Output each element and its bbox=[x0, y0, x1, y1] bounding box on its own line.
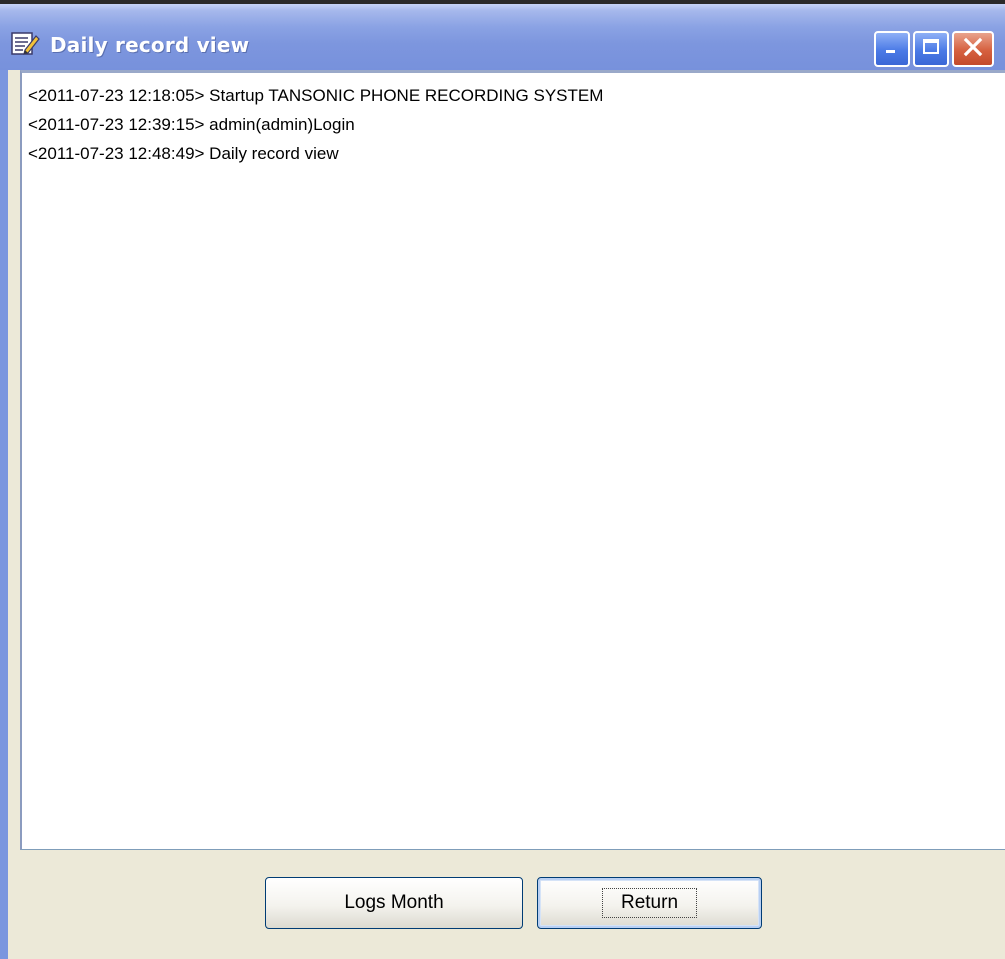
maximize-button[interactable] bbox=[913, 31, 949, 67]
notepad-pencil-icon bbox=[10, 30, 40, 56]
minimize-button[interactable] bbox=[874, 31, 910, 67]
log-line: <2011-07-23 12:18:05> Startup TANSONIC P… bbox=[28, 86, 604, 105]
log-list[interactable]: <2011-07-23 12:18:05> Startup TANSONIC P… bbox=[20, 70, 1005, 850]
log-line: <2011-07-23 12:39:15> admin(admin)Login bbox=[28, 115, 355, 134]
close-icon bbox=[962, 36, 984, 63]
return-button[interactable]: Return bbox=[537, 877, 762, 929]
daily-record-window: Daily record view <2011-07-23 12:18:05> … bbox=[0, 0, 1005, 959]
title-bar[interactable]: Daily record view bbox=[0, 0, 1005, 70]
window-title: Daily record view bbox=[50, 33, 250, 57]
maximize-icon bbox=[921, 37, 941, 62]
minimize-icon bbox=[882, 37, 902, 62]
log-line: <2011-07-23 12:48:49> Daily record view bbox=[28, 144, 339, 163]
close-button[interactable] bbox=[952, 31, 994, 67]
logs-month-label: Logs Month bbox=[344, 892, 444, 913]
button-bar: Logs Month Return bbox=[20, 850, 1005, 959]
logs-month-button[interactable]: Logs Month bbox=[265, 877, 523, 929]
return-label: Return bbox=[601, 888, 698, 918]
